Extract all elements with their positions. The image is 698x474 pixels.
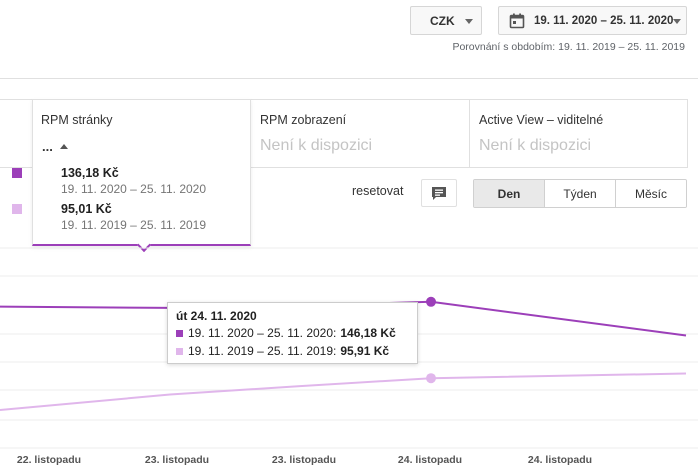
metric-value: Není k dispozici — [479, 137, 592, 154]
metric-title: RPM stránky — [41, 113, 113, 127]
date-range-select[interactable]: 19. 11. 2020 – 25. 11. 2020 — [498, 6, 687, 35]
metric-headline: ... — [42, 139, 53, 154]
previous-series-swatch — [176, 347, 183, 355]
metric-card-rpm-page[interactable]: RPM stránky ... 136,18 Kč 19. 11. 2020 –… — [32, 99, 251, 253]
x-tick-label: 24. listopadu — [528, 454, 592, 466]
previous-range: 19. 11. 2019 – 25. 11. 2019 — [61, 218, 207, 232]
series-line-1 — [0, 372, 687, 411]
chevron-down-icon — [465, 19, 473, 24]
x-tick-label: 23. listopadu — [145, 454, 209, 466]
granularity-toggle: Den Týden Měsíc — [473, 179, 687, 208]
x-tick-label: 23. listopadu — [272, 454, 336, 466]
chevron-down-icon — [673, 19, 681, 24]
x-tick-label: 24. listopadu — [398, 454, 462, 466]
comment-icon — [432, 186, 446, 200]
active-indicator — [136, 237, 152, 253]
current-range: 19. 11. 2020 – 25. 11. 2020 — [61, 182, 207, 196]
reset-link[interactable]: resetovat — [352, 184, 403, 198]
granularity-week-button[interactable]: Týden — [544, 180, 615, 207]
divider — [0, 78, 698, 79]
current-series-swatch — [12, 168, 22, 178]
tooltip-row-previous: 19. 11. 2019 – 25. 11. 2019: 95,91 Kč — [176, 344, 389, 358]
metric-title: Active View – viditelné — [479, 113, 604, 127]
chart-tooltip: út 24. 11. 2020 19. 11. 2020 – 25. 11. 2… — [167, 302, 418, 364]
comparison-period: Porovnání s obdobím: 19. 11. 2019 – 25. … — [452, 41, 685, 53]
tooltip-label: 19. 11. 2020 – 25. 11. 2020: — [188, 326, 337, 340]
current-series-swatch — [176, 329, 183, 337]
previous-series-swatch — [12, 204, 22, 214]
data-point-1-3 — [426, 373, 436, 384]
trend-up-icon — [60, 144, 68, 149]
tooltip-date: út 24. 11. 2020 — [176, 309, 257, 323]
metric-title: RPM zobrazení — [260, 113, 347, 127]
previous-value: 95,01 Kč — [61, 202, 112, 216]
tooltip-row-current: 19. 11. 2020 – 25. 11. 2020: 146,18 Kč — [176, 326, 396, 340]
tooltip-value: 146,18 Kč — [340, 326, 396, 340]
tooltip-label: 19. 11. 2019 – 25. 11. 2019: — [188, 344, 337, 358]
metric-card-rpm-impressions[interactable]: RPM zobrazení Není k dispozici — [250, 100, 469, 167]
currency-value: CZK — [430, 13, 455, 28]
granularity-day-button[interactable]: Den — [474, 180, 544, 207]
date-range-value: 19. 11. 2020 – 25. 11. 2020 — [534, 14, 674, 27]
annotation-button[interactable] — [421, 179, 457, 207]
granularity-month-button[interactable]: Měsíc — [615, 180, 686, 207]
calendar-icon — [509, 13, 525, 29]
metric-card-active-view[interactable]: Active View – viditelné Není k dispozici — [469, 100, 688, 167]
data-point-0-3 — [426, 296, 436, 307]
current-value: 136,18 Kč — [61, 166, 119, 180]
x-tick-label: 22. listopadu — [17, 454, 81, 466]
tooltip-value: 95,91 Kč — [340, 344, 390, 358]
metric-value: Není k dispozici — [260, 137, 373, 154]
currency-select[interactable]: CZK — [410, 6, 482, 35]
